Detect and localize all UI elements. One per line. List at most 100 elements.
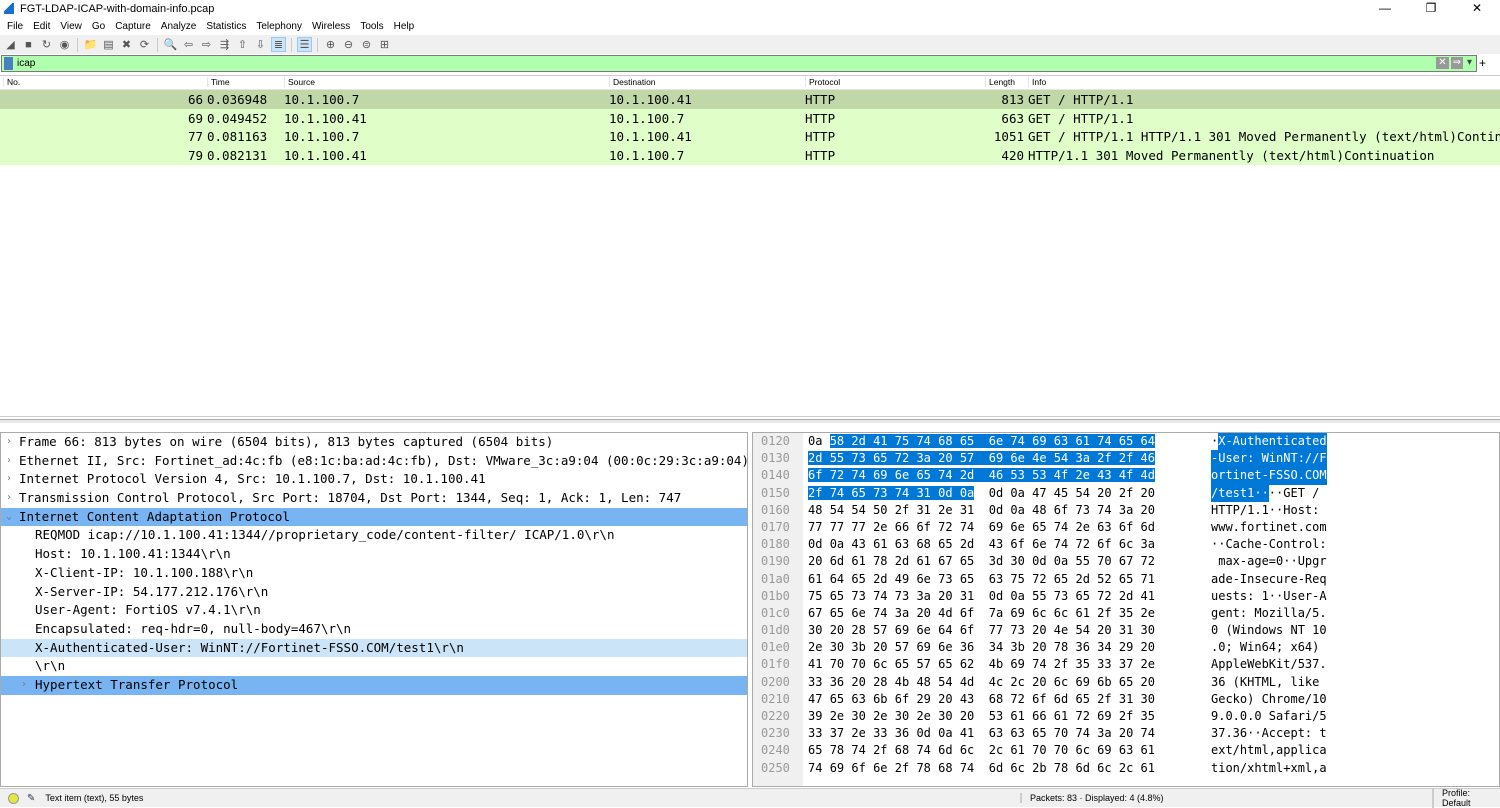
hex-byte[interactable]: 36 [960, 640, 974, 654]
hex-bytes[interactable]: 2e 30 3b 20 57 69 6e 36 34 3b 20 78 36 3… [808, 639, 1155, 656]
hex-byte[interactable]: 75 [894, 434, 910, 448]
hex-byte[interactable]: 68 [916, 537, 930, 551]
hex-byte[interactable]: 48 [1032, 503, 1046, 517]
hex-byte[interactable]: 0a [1010, 486, 1024, 500]
hex-byte[interactable]: 2d [895, 554, 909, 568]
hex-bytes[interactable]: 30 20 28 57 69 6e 64 6f 77 73 20 4e 54 2… [808, 622, 1155, 639]
hex-byte[interactable]: 43 [960, 692, 974, 706]
hex-byte[interactable]: 4e [1054, 623, 1068, 637]
hex-byte[interactable]: 0d [1032, 554, 1046, 568]
tree-item[interactable]: › Frame 66: 813 bytes on wire (6504 bits)… [1, 433, 747, 452]
hex-ascii[interactable]: 36 (KHTML, like [1211, 674, 1327, 691]
hex-byte[interactable]: 2d [1075, 572, 1089, 586]
packet-row[interactable]: 69 0.049452 10.1.100.41 10.1.100.7 HTTP 663 GE… [0, 108, 1500, 128]
hex-byte[interactable]: 78 [873, 554, 887, 568]
hex-byte[interactable]: 2e [1075, 468, 1090, 483]
hex-byte[interactable]: 68 [938, 434, 953, 448]
hex-byte[interactable]: 34 [989, 640, 1003, 654]
profile-selector[interactable]: Profile: Default [1432, 788, 1500, 808]
hex-byte[interactable]: 73 [895, 589, 909, 603]
hex-byte[interactable]: 68 [938, 761, 952, 775]
hex-byte[interactable]: 63 [1119, 743, 1133, 757]
hex-byte[interactable]: 69 [1097, 709, 1111, 723]
hex-byte[interactable]: 65 [830, 692, 844, 706]
open-file-button[interactable]: 📁 [83, 37, 98, 52]
packet-row[interactable]: 79 0.082131 10.1.100.41 10.1.100.7 HTTP 420 HT… [0, 146, 1500, 165]
hex-byte[interactable]: 72 [1010, 692, 1024, 706]
hex-byte[interactable]: 6f [916, 520, 930, 534]
hex-byte[interactable]: 78 [1054, 640, 1068, 654]
hex-byte[interactable]: 2e [1075, 520, 1089, 534]
hex-byte[interactable]: 65 [895, 657, 909, 671]
hex-byte[interactable]: 4f [1053, 468, 1069, 483]
hex-byte[interactable]: 33 [873, 726, 887, 740]
tree-item[interactable]: REQMOD icap://10.1.100.41:1344//propriet… [1, 526, 747, 545]
reload-file-button[interactable]: ⟳ [137, 37, 152, 52]
hex-byte[interactable]: 2f [873, 743, 887, 757]
hex-byte[interactable]: 77 [851, 520, 865, 534]
hex-byte[interactable]: 6e [916, 572, 930, 586]
hex-byte[interactable]: 2d [960, 537, 974, 551]
hex-byte[interactable]: 74 [808, 761, 822, 775]
hex-byte[interactable]: 6d [830, 554, 844, 568]
hex-byte[interactable]: 74 [916, 743, 930, 757]
hex-byte[interactable]: 74 [1010, 434, 1025, 448]
hex-byte[interactable]: 31 [916, 485, 931, 500]
hex-byte[interactable]: 6c [1119, 537, 1133, 551]
hex-byte[interactable]: 73 [1075, 503, 1089, 517]
expand-arrow-icon[interactable]: › [6, 470, 12, 489]
hex-byte[interactable]: 0a [1010, 503, 1024, 517]
hex-byte[interactable]: 2c [1010, 675, 1024, 689]
hex-byte[interactable]: 66 [1032, 709, 1046, 723]
hex-byte[interactable]: 61 [1010, 709, 1024, 723]
hex-byte[interactable]: 3a [1097, 726, 1111, 740]
hex-byte[interactable]: 2f [895, 503, 909, 517]
hex-bytes[interactable]: 39 2e 30 2e 30 2e 30 20 53 61 66 61 72 6… [808, 708, 1155, 725]
hex-byte[interactable]: 20 [1097, 486, 1111, 500]
hex-ascii[interactable]: ext/html,applica [1211, 742, 1327, 759]
hex-byte[interactable]: 45 [1054, 486, 1068, 500]
hex-byte[interactable]: 20 [938, 589, 952, 603]
hex-byte[interactable]: 3a [1141, 537, 1155, 551]
hex-byte[interactable]: 6d [989, 761, 1003, 775]
hex-bytes[interactable]: 77 77 77 2e 66 6f 72 74 69 6e 65 74 2e 6… [808, 519, 1155, 536]
hex-byte[interactable]: 20 [1141, 640, 1155, 654]
tree-item[interactable]: Encapsulated: req-hdr=0, null-body=467\r… [1, 620, 747, 639]
clear-filter-button[interactable]: ✕ [1436, 57, 1449, 69]
hex-byte[interactable]: 6c [960, 743, 974, 757]
hex-byte[interactable]: 61 [851, 554, 865, 568]
hex-byte[interactable]: 77 [830, 520, 844, 534]
restart-capture-button[interactable]: ↻ [39, 37, 54, 52]
hex-byte[interactable]: 3a [916, 451, 931, 466]
hex-byte[interactable]: 20 [1097, 623, 1111, 637]
hex-byte[interactable]: 2e [873, 520, 887, 534]
hex-byte[interactable]: 20 [1141, 675, 1155, 689]
hex-byte[interactable]: 31 [916, 503, 930, 517]
hex-byte[interactable]: 78 [916, 761, 930, 775]
hex-byte[interactable]: 20 [916, 606, 930, 620]
menu-wireless[interactable]: Wireless [307, 21, 355, 32]
hex-byte[interactable]: 72 [1097, 589, 1111, 603]
hex-byte[interactable]: 63 [1053, 434, 1069, 448]
hex-byte[interactable]: 54 [1075, 623, 1089, 637]
hex-byte[interactable]: 4d [960, 675, 974, 689]
hex-byte[interactable]: 69 [873, 468, 888, 483]
hex-byte[interactable]: 0a [830, 537, 844, 551]
hex-byte[interactable]: 6f [1054, 503, 1068, 517]
tree-item[interactable]: X-Server-IP: 54.177.212.176\r\n [1, 583, 747, 602]
hex-byte[interactable]: 61 [1075, 434, 1090, 448]
hex-byte[interactable]: 43 [851, 537, 865, 551]
menu-file[interactable]: File [2, 21, 28, 32]
packet-row[interactable]: 77 0.081163 10.1.100.7 10.1.100.41 HTTP 1051 G… [0, 127, 1500, 147]
hex-bytes[interactable]: 33 36 20 28 4b 48 54 4d 4c 2c 20 6c 69 6… [808, 674, 1155, 691]
hex-byte[interactable]: 6c [1075, 743, 1089, 757]
hex-ascii[interactable]: 0 (Windows NT 10 [1211, 622, 1327, 639]
hex-byte[interactable]: 6c [1054, 606, 1068, 620]
hex-byte[interactable]: 36 [895, 726, 909, 740]
hex-byte[interactable]: 72 [894, 451, 910, 466]
menu-help[interactable]: Help [389, 21, 420, 32]
add-filter-button[interactable]: + [1479, 56, 1486, 70]
hex-ascii[interactable]: HTTP/1.1··Host: [1211, 502, 1327, 519]
expand-arrow-icon[interactable]: › [6, 452, 12, 471]
hex-ascii[interactable]: gent: Mozilla/5. [1211, 605, 1327, 622]
